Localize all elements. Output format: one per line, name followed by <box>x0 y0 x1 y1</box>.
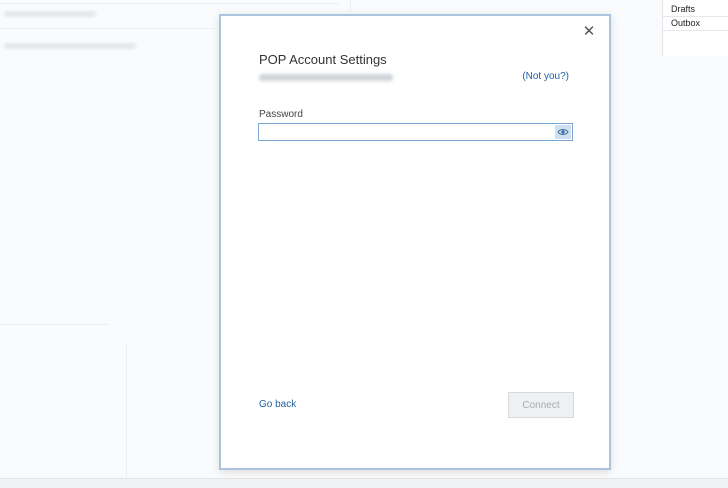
divider <box>0 324 108 325</box>
account-email-redacted <box>259 74 393 81</box>
folder-pane: Drafts Outbox <box>662 0 728 56</box>
eye-icon <box>557 129 569 135</box>
divider <box>0 3 339 4</box>
divider <box>350 0 351 12</box>
password-label: Password <box>259 109 303 120</box>
not-you-link[interactable]: (Not you?) <box>522 71 569 82</box>
divider <box>0 28 215 29</box>
pop-account-settings-dialog: ✕ POP Account Settings (Not you?) Passwo… <box>219 14 611 470</box>
blurred-text <box>4 11 96 17</box>
password-input[interactable] <box>259 124 553 140</box>
divider <box>663 30 728 31</box>
folder-outbox[interactable]: Outbox <box>671 18 700 28</box>
go-back-link[interactable]: Go back <box>259 399 296 410</box>
divider <box>663 16 728 17</box>
dialog-title: POP Account Settings <box>259 52 387 67</box>
password-field[interactable] <box>258 123 573 141</box>
connect-button[interactable]: Connect <box>508 392 574 418</box>
close-icon: ✕ <box>582 23 596 40</box>
blurred-text <box>4 43 136 49</box>
divider <box>126 344 127 478</box>
reveal-password-button[interactable] <box>555 125 571 139</box>
folder-drafts[interactable]: Drafts <box>671 4 695 14</box>
close-button[interactable]: ✕ <box>581 24 597 40</box>
